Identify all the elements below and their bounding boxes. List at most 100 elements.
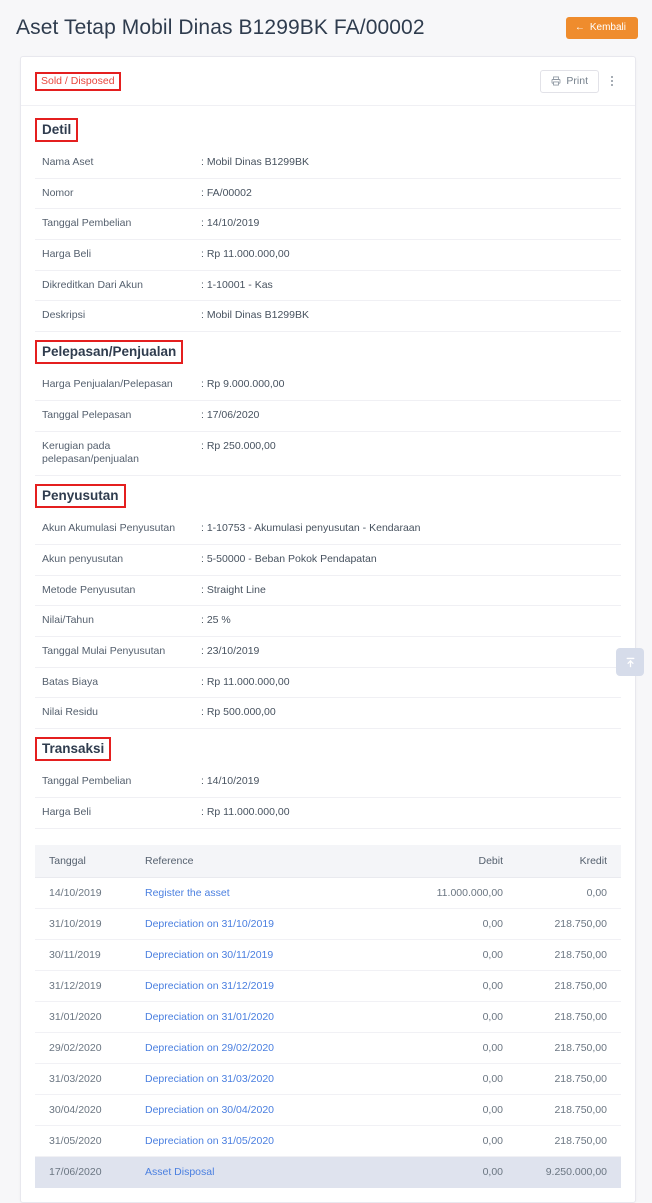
- detail-label: Tanggal Pelepasan: [42, 409, 132, 422]
- detail-label: Kerugian pada pelepasan/penjualan: [42, 439, 139, 466]
- cell-reference: Depreciation on 31/03/2020: [145, 1063, 383, 1095]
- detail-label: Tanggal Pembelian: [42, 217, 132, 230]
- detail-row: Akun penyusutan : 5-50000 - Beban Pokok …: [35, 545, 621, 576]
- kebab-menu-icon[interactable]: [603, 70, 621, 92]
- cell-kredit: 9.250.000,00: [503, 1156, 621, 1188]
- reference-link[interactable]: Depreciation on 31/03/2020: [145, 1073, 274, 1085]
- cell-reference: Depreciation on 30/11/2019: [145, 939, 383, 971]
- detail-label: Deskripsi: [42, 309, 86, 322]
- print-button[interactable]: Print: [540, 70, 599, 93]
- cell-reference: Register the asset: [145, 877, 383, 909]
- detail-row: Harga Beli : Rp 11.000.000,00: [35, 239, 621, 271]
- detail-row: Nilai/Tahun : 25 %: [35, 606, 621, 637]
- reference-link[interactable]: Depreciation on 30/04/2020: [145, 1104, 274, 1116]
- status-badge: Sold / Disposed: [35, 71, 121, 91]
- section-heading-detil: Detil: [35, 117, 79, 143]
- column-header-kredit[interactable]: Kredit: [503, 844, 621, 878]
- section-heading-penyusutan: Penyusutan: [35, 483, 126, 509]
- table-row[interactable]: 29/02/2020 Depreciation on 29/02/2020 0,00…: [35, 1032, 621, 1064]
- detail-row: Tanggal Pembelian : 14/10/2019: [35, 209, 621, 240]
- cell-tanggal: 31/01/2020: [35, 1001, 145, 1033]
- detail-row: Harga Beli : Rp 11.000.000,00: [35, 798, 621, 829]
- toolbar-actions: Print: [540, 70, 621, 93]
- page-title: Aset Tetap Mobil Dinas B1299BK FA/00002: [16, 16, 425, 39]
- table-row[interactable]: 31/12/2019 Depreciation on 31/12/2019 0,00…: [35, 970, 621, 1002]
- reference-link[interactable]: Asset Disposal: [145, 1166, 214, 1178]
- cell-kredit: 218.750,00: [503, 939, 621, 971]
- detail-row: Tanggal Pelepasan : 17/06/2020: [35, 401, 621, 432]
- table-row[interactable]: 31/10/2019 Depreciation on 31/10/2019 0,00…: [35, 908, 621, 940]
- table-row[interactable]: 31/01/2020 Depreciation on 31/01/2020 0,00…: [35, 1001, 621, 1033]
- detail-value: : Rp 500.000,00: [201, 706, 276, 719]
- detail-row: Harga Penjualan/Pelepasan : Rp 9.000.000…: [35, 370, 621, 401]
- cell-tanggal: 29/02/2020: [35, 1032, 145, 1064]
- cell-kredit: 218.750,00: [503, 1032, 621, 1064]
- detail-value: : Mobil Dinas B1299BK: [201, 156, 309, 169]
- table-row[interactable]: 14/10/2019 Register the asset 11.000.000,0…: [35, 877, 621, 909]
- cell-tanggal: 31/05/2020: [35, 1125, 145, 1157]
- detail-value: : Mobil Dinas B1299BK: [201, 309, 309, 322]
- detail-value: : 14/10/2019: [201, 775, 260, 788]
- detail-row: Dikreditkan Dari Akun : 1-10001 - Kas: [35, 270, 621, 301]
- cell-reference: Depreciation on 31/12/2019: [145, 970, 383, 1002]
- cell-reference: Depreciation on 30/04/2020: [145, 1094, 383, 1126]
- table-row[interactable]: 30/04/2020 Depreciation on 30/04/2020 0,00…: [35, 1094, 621, 1126]
- cell-debit: 0,00: [383, 970, 503, 1002]
- column-header-debit[interactable]: Debit: [383, 844, 503, 878]
- scroll-to-top-button[interactable]: [616, 648, 644, 676]
- card-body: Detil Nama Aset : Mobil Dinas B1299BK No…: [21, 106, 635, 1188]
- table-row[interactable]: 31/05/2020 Depreciation on 31/05/2020 0,00…: [35, 1125, 621, 1157]
- reference-link[interactable]: Depreciation on 31/12/2019: [145, 980, 274, 992]
- detail-label: Akun Akumulasi Penyusutan: [42, 522, 176, 535]
- cell-tanggal: 31/10/2019: [35, 908, 145, 940]
- detail-value: : Rp 9.000.000,00: [201, 378, 285, 391]
- detail-row: Batas Biaya : Rp 11.000.000,00: [35, 667, 621, 698]
- detail-label: Tanggal Mulai Penyusutan: [42, 645, 166, 658]
- reference-link[interactable]: Depreciation on 29/02/2020: [145, 1042, 274, 1054]
- section-heading-transaksi: Transaksi: [35, 736, 112, 762]
- cell-debit: 0,00: [383, 1032, 503, 1064]
- cell-reference: Depreciation on 31/05/2020: [145, 1125, 383, 1157]
- printer-icon: [551, 76, 561, 86]
- reference-link[interactable]: Depreciation on 31/01/2020: [145, 1011, 274, 1023]
- detail-label: Nilai Residu: [42, 706, 99, 719]
- cell-reference: Asset Disposal: [145, 1156, 383, 1188]
- reference-link[interactable]: Register the asset: [145, 887, 230, 899]
- cell-reference: Depreciation on 31/10/2019: [145, 908, 383, 940]
- cell-tanggal: 30/11/2019: [35, 939, 145, 971]
- detail-value: : 14/10/2019: [201, 217, 260, 230]
- reference-link[interactable]: Depreciation on 30/11/2019: [145, 949, 273, 961]
- table-row[interactable]: 30/11/2019 Depreciation on 30/11/2019 0,00…: [35, 939, 621, 971]
- detail-value: : 25 %: [201, 614, 231, 627]
- reference-link[interactable]: Depreciation on 31/10/2019: [145, 918, 274, 930]
- table-row[interactable]: 31/03/2020 Depreciation on 31/03/2020 0,00…: [35, 1063, 621, 1095]
- transactions-table: Tanggal Reference Debit Kredit 14/10/201…: [35, 844, 621, 1188]
- cell-kredit: 0,00: [503, 877, 621, 909]
- table-header-row: Tanggal Reference Debit Kredit: [35, 844, 621, 878]
- table-row[interactable]: 17/06/2020 Asset Disposal 0,00 9.250.000,00: [35, 1156, 621, 1188]
- arrow-left-icon: ←: [574, 22, 585, 33]
- cell-tanggal: 31/12/2019: [35, 970, 145, 1002]
- detail-value: : Straight Line: [201, 583, 266, 596]
- detail-row: Kerugian pada pelepasan/penjualan : Rp 2…: [35, 431, 621, 476]
- detail-row: Akun Akumulasi Penyusutan : 1-10753 - Ak…: [35, 514, 621, 545]
- back-button[interactable]: ← Kembali: [565, 17, 638, 39]
- back-button-label: Kembali: [589, 22, 626, 33]
- detail-value: : 5-50000 - Beban Pokok Pendapatan: [201, 553, 377, 566]
- detail-row: Nilai Residu : Rp 500.000,00: [35, 698, 621, 729]
- column-header-reference[interactable]: Reference: [145, 844, 383, 878]
- detail-label: Harga Penjualan/Pelepasan: [42, 378, 173, 391]
- detail-label: Tanggal Pembelian: [42, 775, 132, 788]
- reference-link[interactable]: Depreciation on 31/05/2020: [145, 1135, 274, 1147]
- cell-reference: Depreciation on 31/01/2020: [145, 1001, 383, 1033]
- detail-row: Nomor : FA/00002: [35, 178, 621, 209]
- detail-row: Deskripsi : Mobil Dinas B1299BK: [35, 301, 621, 332]
- cell-debit: 0,00: [383, 1125, 503, 1157]
- detail-row: Metode Penyusutan : Straight Line: [35, 575, 621, 606]
- detail-value: : Rp 11.000.000,00: [201, 806, 290, 819]
- detail-label: Nomor: [42, 186, 74, 199]
- column-header-tanggal[interactable]: Tanggal: [35, 844, 145, 878]
- cell-debit: 0,00: [383, 908, 503, 940]
- detail-label: Akun penyusutan: [42, 553, 124, 566]
- cell-tanggal: 14/10/2019: [35, 877, 145, 909]
